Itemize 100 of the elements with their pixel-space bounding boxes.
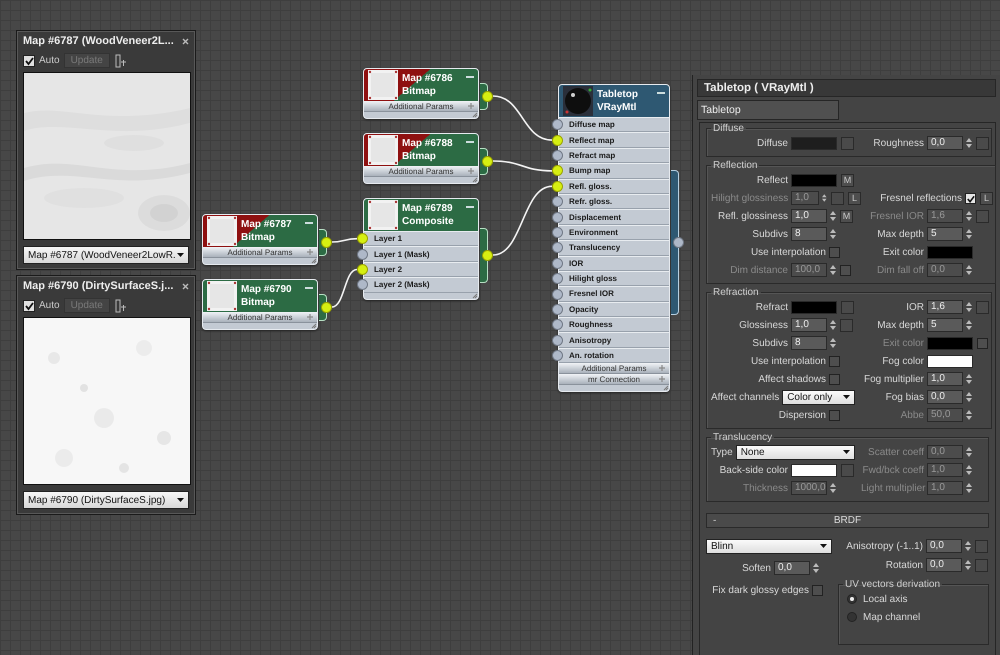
map-dropdown[interactable]: Map #6790 (DirtySurfaceS.jpg) (23, 491, 189, 509)
rollout-bar[interactable]: Additional Params (559, 363, 669, 374)
input-socket[interactable] (357, 248, 368, 260)
value-field[interactable]: 1,0 (791, 318, 827, 332)
rollout-bar[interactable]: Additional Params (364, 166, 478, 177)
input-socket[interactable] (552, 334, 563, 346)
slot-label[interactable]: Reflect map (569, 136, 614, 145)
caret-icon (177, 498, 184, 502)
auto-checkbox[interactable] (23, 54, 35, 66)
radio-button[interactable] (847, 612, 857, 622)
value-field[interactable]: 1,0 (791, 209, 827, 223)
color-swatch[interactable] (791, 300, 837, 314)
color-swatch[interactable] (791, 174, 837, 186)
slot-label[interactable]: IOR (569, 258, 584, 268)
value-field[interactable]: 0,0 (926, 539, 962, 553)
input-socket[interactable] (552, 196, 563, 208)
dropdown[interactable]: None (736, 444, 855, 460)
slot-label[interactable]: Displacement (569, 212, 622, 222)
slot-label[interactable]: Layer 2 (Mask) (374, 280, 430, 290)
input-socket[interactable] (552, 258, 563, 269)
rollout-bar[interactable]: mr Connection (559, 374, 669, 386)
slot-label[interactable]: Anisotropy (569, 336, 612, 345)
checkbox[interactable] (829, 246, 840, 258)
checkbox[interactable] (829, 374, 840, 384)
slot-label[interactable]: Hilight gloss (569, 274, 617, 284)
auto-checkbox[interactable] (23, 300, 35, 312)
map-node[interactable]: Map #6786 Bitmap Additional Params (363, 68, 479, 119)
map-dropdown[interactable]: Map #6787 (WoodVeneer2LowR. (23, 246, 189, 264)
slot-label[interactable]: Refract map (569, 150, 616, 160)
slot-label[interactable]: Layer 1 (Mask) (374, 250, 430, 259)
slot-label[interactable]: Opacity (569, 304, 598, 314)
input-socket[interactable] (552, 150, 563, 161)
toggle-button[interactable]: M (840, 210, 853, 222)
input-socket[interactable] (552, 180, 563, 192)
value-field[interactable]: 0,0 (774, 561, 810, 575)
slot-label[interactable]: Diffuse map (569, 120, 615, 130)
value-field[interactable]: 5 (927, 318, 963, 332)
value-field[interactable]: 0,0 (927, 136, 963, 150)
input-socket[interactable] (552, 273, 563, 284)
input-socket[interactable] (357, 233, 368, 244)
checkbox[interactable] (829, 356, 840, 366)
input-socket[interactable] (552, 319, 563, 330)
value-field[interactable]: 1,6 (927, 300, 963, 314)
plus-icon (468, 168, 474, 174)
material-node[interactable] (558, 84, 670, 392)
checkbox[interactable] (812, 584, 823, 596)
value-field[interactable]: 1,0 (927, 372, 963, 386)
toggle-button[interactable]: M (841, 174, 854, 186)
toggle-button[interactable]: L (980, 192, 993, 204)
caret-icon (820, 544, 827, 548)
checkbox[interactable] (965, 192, 976, 204)
rollout-bar[interactable]: Additional Params (203, 312, 317, 323)
input-socket[interactable] (552, 350, 563, 362)
slot-label[interactable]: Roughness (569, 320, 613, 330)
slot-label[interactable]: Refl. gloss. (569, 182, 612, 191)
material-name-field[interactable]: Tabletop (697, 100, 839, 120)
input-socket[interactable] (552, 212, 563, 223)
dropdown[interactable]: Color only (782, 390, 855, 404)
color-swatch[interactable] (791, 136, 837, 150)
rollout-bar[interactable]: Additional Params (364, 101, 478, 112)
color-swatch[interactable] (791, 464, 837, 476)
slot-label[interactable]: Bump map (569, 166, 610, 176)
color-swatch[interactable] (927, 354, 973, 368)
plus-icon (659, 365, 665, 372)
input-socket[interactable] (357, 279, 368, 290)
radio-button[interactable] (847, 594, 857, 604)
slot-label[interactable]: Layer 2 (374, 264, 402, 274)
spinner-arrows-icon (830, 337, 836, 349)
slot-label[interactable]: Environment (569, 228, 618, 237)
slot-label[interactable]: Refr. gloss. (569, 197, 612, 206)
input-socket[interactable] (552, 242, 563, 254)
resize-grip-icon (472, 292, 478, 299)
map-node[interactable]: Map #6790 Bitmap Additional Params (202, 279, 318, 330)
value-field[interactable]: 0,0 (927, 390, 963, 404)
color-swatch[interactable] (927, 246, 973, 258)
spinner-arrows-icon (966, 301, 972, 313)
value-field[interactable]: 8 (791, 336, 827, 350)
param-label: Max depth (876, 320, 925, 330)
slot-label[interactable]: An. rotation (569, 351, 614, 360)
value-field[interactable]: 0,0 (926, 558, 962, 572)
node-title: Map #6789 (402, 202, 454, 215)
input-socket[interactable] (552, 165, 563, 176)
value-field[interactable]: 5 (927, 227, 963, 241)
input-socket[interactable] (552, 134, 563, 146)
dropdown[interactable]: Blinn (706, 538, 832, 554)
slot-label[interactable]: Layer 1 (374, 234, 402, 244)
slot-label[interactable]: Translucency (569, 243, 620, 252)
value-field[interactable]: 8 (791, 227, 827, 241)
input-socket[interactable] (552, 288, 563, 300)
map-node[interactable]: Map #6789 Composite Layer 1 Layer 1 (Mask) Layer 2 Layer 2 (Mask) (363, 198, 479, 300)
map-node[interactable]: Map #6787 Bitmap Additional Params (202, 214, 318, 265)
input-socket[interactable] (552, 227, 563, 238)
input-socket[interactable] (552, 304, 563, 315)
input-socket[interactable] (357, 264, 368, 275)
checkbox[interactable] (829, 410, 840, 420)
input-socket[interactable] (552, 119, 563, 130)
rollout-bar[interactable]: Additional Params (203, 247, 317, 258)
slot-label[interactable]: Fresnel IOR (569, 289, 614, 298)
map-node[interactable]: Map #6788 Bitmap Additional Params (363, 133, 479, 184)
rollout-header[interactable]: - BRDF (706, 513, 989, 528)
